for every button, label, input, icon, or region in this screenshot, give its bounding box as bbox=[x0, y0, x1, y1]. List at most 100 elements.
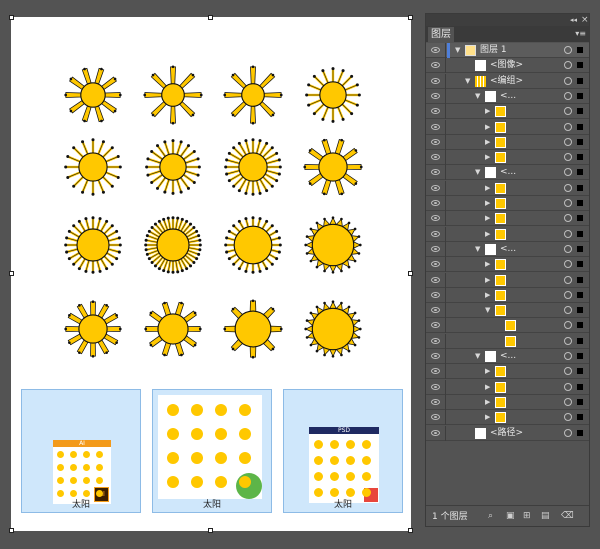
selection-indicator[interactable] bbox=[577, 138, 583, 145]
target-circle-icon[interactable] bbox=[564, 91, 572, 100]
search-icon[interactable]: ⌕ bbox=[488, 511, 493, 521]
lock-toggle[interactable] bbox=[445, 318, 446, 334]
expand-arrow-icon[interactable]: ▶ bbox=[485, 257, 490, 272]
selection-indicator[interactable] bbox=[577, 429, 583, 436]
expand-arrow-icon[interactable]: ▶ bbox=[485, 135, 490, 150]
visibility-eye-icon[interactable] bbox=[431, 230, 440, 237]
lock-toggle[interactable] bbox=[445, 211, 446, 227]
expand-arrow-icon[interactable]: ▶ bbox=[485, 410, 490, 425]
sun-graphic[interactable] bbox=[301, 213, 365, 277]
lock-toggle[interactable] bbox=[445, 165, 446, 181]
selection-handle[interactable] bbox=[208, 15, 213, 20]
expand-arrow-icon[interactable]: ▶ bbox=[485, 150, 490, 165]
selection-indicator[interactable] bbox=[577, 322, 583, 329]
visibility-eye-icon[interactable] bbox=[431, 77, 440, 84]
lock-toggle[interactable] bbox=[445, 119, 446, 135]
visibility-eye-icon[interactable] bbox=[431, 154, 440, 161]
visibility-eye-icon[interactable] bbox=[431, 47, 440, 53]
layer-row[interactable]: ▼ <编组> bbox=[426, 73, 589, 89]
lock-toggle[interactable] bbox=[445, 425, 446, 441]
visibility-eye-icon[interactable] bbox=[431, 169, 440, 176]
collapse-arrow-icon[interactable]: ▼ bbox=[475, 349, 480, 364]
sun-graphic[interactable] bbox=[141, 63, 205, 127]
expand-arrow-icon[interactable]: ▶ bbox=[485, 104, 490, 119]
sun-graphic[interactable] bbox=[141, 213, 205, 277]
layer-row[interactable]: ▶ bbox=[426, 134, 589, 150]
artboard[interactable]: AI AI 太阳 太阳 PSD 太阳 bbox=[11, 17, 411, 531]
lock-toggle[interactable] bbox=[445, 333, 446, 349]
visibility-eye-icon[interactable] bbox=[431, 261, 440, 268]
visibility-eye-icon[interactable] bbox=[431, 62, 440, 69]
lock-toggle[interactable] bbox=[445, 410, 446, 426]
layer-row[interactable]: ▶ bbox=[426, 104, 589, 120]
sun-graphic[interactable] bbox=[61, 297, 125, 361]
lock-toggle[interactable] bbox=[445, 257, 446, 273]
visibility-eye-icon[interactable] bbox=[431, 276, 440, 283]
visibility-eye-icon[interactable] bbox=[431, 123, 440, 130]
selection-indicator[interactable] bbox=[577, 307, 583, 314]
lock-toggle[interactable] bbox=[445, 287, 446, 303]
sun-graphic[interactable] bbox=[141, 297, 205, 361]
expand-arrow-icon[interactable]: ▶ bbox=[485, 273, 490, 288]
layer-row[interactable]: ▼ <... bbox=[426, 349, 589, 364]
target-circle-icon[interactable] bbox=[564, 352, 572, 360]
sun-graphic[interactable] bbox=[301, 63, 365, 127]
layer-row[interactable]: ▶ bbox=[426, 119, 589, 135]
visibility-eye-icon[interactable] bbox=[431, 353, 440, 359]
delete-icon[interactable]: ⌫ bbox=[561, 511, 574, 521]
layer-row[interactable] bbox=[426, 333, 589, 349]
selection-handle[interactable] bbox=[408, 528, 413, 533]
target-circle-icon[interactable] bbox=[564, 244, 572, 253]
layer-name[interactable]: <... bbox=[500, 165, 516, 180]
layer-row[interactable]: ▶ bbox=[426, 196, 589, 211]
target-circle-icon[interactable] bbox=[564, 306, 572, 315]
selection-indicator[interactable] bbox=[577, 261, 583, 268]
panel-titlebar[interactable]: ◂◂ × bbox=[426, 14, 589, 26]
layer-row[interactable]: ▶ bbox=[426, 410, 589, 426]
selection-indicator[interactable] bbox=[577, 291, 583, 298]
thumbnail-png[interactable]: 太阳 bbox=[152, 389, 272, 513]
visibility-eye-icon[interactable] bbox=[431, 398, 440, 405]
target-circle-icon[interactable] bbox=[564, 183, 572, 192]
visibility-eye-icon[interactable] bbox=[431, 307, 440, 314]
layer-row[interactable]: ▶ bbox=[426, 364, 589, 380]
target-circle-icon[interactable] bbox=[564, 153, 572, 162]
sun-graphic[interactable] bbox=[221, 63, 285, 127]
sun-graphic[interactable] bbox=[301, 135, 365, 199]
target-circle-icon[interactable] bbox=[564, 336, 572, 345]
lock-toggle[interactable] bbox=[445, 364, 446, 380]
clip-mask-icon[interactable]: ▣ bbox=[506, 511, 515, 521]
selection-indicator[interactable] bbox=[577, 276, 583, 283]
expand-arrow-icon[interactable]: ▶ bbox=[485, 120, 490, 135]
target-circle-icon[interactable] bbox=[564, 260, 572, 269]
layer-row[interactable]: ▶ bbox=[426, 287, 589, 303]
collapse-arrow-icon[interactable]: ▼ bbox=[455, 43, 460, 58]
visibility-eye-icon[interactable] bbox=[431, 337, 440, 344]
lock-toggle[interactable] bbox=[445, 150, 446, 166]
expand-arrow-icon[interactable]: ▶ bbox=[485, 380, 490, 395]
lock-toggle[interactable] bbox=[445, 272, 446, 288]
sun-graphic[interactable] bbox=[221, 135, 285, 199]
tab-layers[interactable]: 图层 bbox=[428, 27, 454, 42]
selection-indicator[interactable] bbox=[577, 108, 583, 115]
new-layer-icon[interactable]: ▤ bbox=[541, 511, 550, 521]
expand-arrow-icon[interactable]: ▶ bbox=[485, 227, 490, 242]
layer-row[interactable]: ▶ bbox=[426, 394, 589, 410]
lock-toggle[interactable] bbox=[445, 241, 446, 257]
selection-indicator[interactable] bbox=[577, 215, 583, 222]
lock-toggle[interactable] bbox=[445, 134, 446, 150]
layer-name[interactable]: <路径> bbox=[490, 426, 523, 441]
target-circle-icon[interactable] bbox=[564, 168, 572, 177]
visibility-eye-icon[interactable] bbox=[431, 322, 440, 329]
selection-indicator[interactable] bbox=[577, 200, 583, 206]
selection-indicator[interactable] bbox=[577, 383, 583, 390]
target-circle-icon[interactable] bbox=[564, 413, 572, 422]
target-circle-icon[interactable] bbox=[564, 137, 572, 146]
target-circle-icon[interactable] bbox=[564, 428, 572, 437]
panel-menu-icon[interactable]: ▾≡ bbox=[575, 27, 586, 41]
target-circle-icon[interactable] bbox=[564, 46, 572, 54]
thumbnail-psd[interactable]: PSD 太阳 bbox=[283, 389, 403, 513]
layer-row[interactable]: ▼ bbox=[426, 303, 589, 319]
thumbnail-ai[interactable]: AI AI 太阳 bbox=[21, 389, 141, 513]
layer-row[interactable]: ▼ 图层 1 bbox=[426, 43, 589, 58]
